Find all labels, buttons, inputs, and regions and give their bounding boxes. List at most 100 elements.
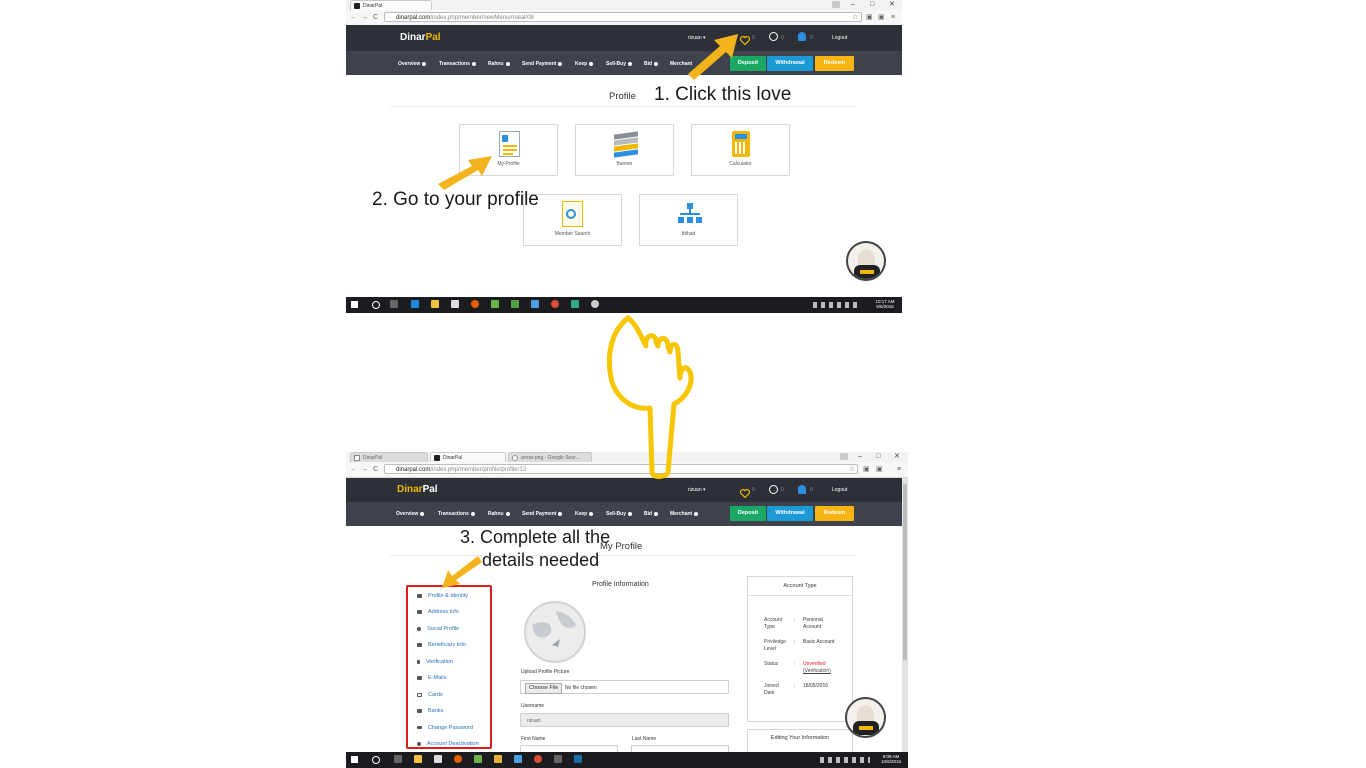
menu-bid[interactable]: Bid [644,61,659,67]
menu-merchant[interactable]: Merchant [670,511,699,517]
chat-avatar[interactable] [845,697,886,738]
menu-send-payment[interactable]: Send Payment [522,511,563,517]
extension-icon[interactable]: ▣ [866,13,873,23]
love-icon[interactable] [739,485,751,503]
dinarpal-logo[interactable]: DinarPal [400,32,441,43]
app-icon[interactable] [511,300,519,308]
sidebar-item-banks[interactable]: Banks [417,708,443,714]
file-explorer-icon[interactable] [414,755,422,763]
reload-icon[interactable]: C [373,465,378,475]
minimize-button[interactable]: – [858,452,862,462]
page-scrollbar[interactable] [902,478,908,752]
back-icon[interactable]: ← [350,465,357,475]
deposit-button[interactable]: Deposit [730,506,766,521]
forward-icon[interactable]: → [361,13,368,23]
app-icon[interactable] [531,300,539,308]
extension-icon[interactable]: ▣ [878,13,885,23]
browser-tab-active[interactable]: DinarPal [430,452,506,462]
logout-link[interactable]: Logout [832,487,847,493]
task-view-icon[interactable] [394,755,402,763]
user-menu[interactable]: rizuan ▾ [688,487,706,493]
app-icon[interactable] [494,755,502,763]
scrollbar-thumb[interactable] [903,484,907,660]
maximize-button[interactable]: □ [870,0,874,10]
menu-transactions[interactable]: Transactions [438,511,475,517]
app-icon[interactable] [574,755,582,763]
app-icon[interactable] [591,300,599,308]
user-profile-icon[interactable] [840,453,848,460]
chrome-icon[interactable] [551,300,559,308]
chat-avatar[interactable] [846,241,886,281]
store-icon[interactable] [451,300,459,308]
close-window-button[interactable]: ✕ [894,452,900,462]
file-explorer-icon[interactable] [431,300,439,308]
globe-icon[interactable] [769,485,778,494]
withdrawal-button[interactable]: Withdrawal [767,506,813,521]
search-icon[interactable] [372,301,380,309]
reload-icon[interactable]: C [373,13,378,23]
browser-tab[interactable]: arrow png - Google Sear... [508,452,592,462]
sidebar-item-social-profile[interactable]: Social Profile [417,626,459,632]
app-icon[interactable] [554,755,562,763]
chrome-icon[interactable] [534,755,542,763]
menu-rahnu[interactable]: Rahnu [488,511,510,517]
tile-ittihad[interactable]: Ittihad [639,194,738,246]
choose-file-button[interactable]: Choose File [525,683,563,694]
verification-link[interactable]: (Verification) [803,668,831,675]
close-window-button[interactable]: ✕ [889,0,895,10]
menu-send-payment[interactable]: Send Payment [522,61,563,67]
minimize-button[interactable]: – [851,0,855,10]
globe-icon[interactable] [769,32,778,41]
menu-bid[interactable]: Bid [644,511,659,517]
redeem-button[interactable]: Redeem [815,56,854,71]
menu-keep[interactable]: Keep [575,511,594,517]
sidebar-item-change-password[interactable]: Change Password [417,725,473,731]
system-tray-icons[interactable] [820,757,870,763]
redeem-button[interactable]: Redeem [815,506,854,521]
chrome-menu-icon[interactable]: ≡ [897,465,901,475]
app-icon[interactable] [491,300,499,308]
logout-link[interactable]: Logout [832,35,847,41]
windows-start-icon[interactable] [351,756,358,763]
chrome-menu-icon[interactable]: ≡ [891,13,895,23]
maximize-button[interactable]: □ [876,452,880,462]
menu-sell-buy[interactable]: Sell-Buy [606,61,633,67]
menu-rahnu[interactable]: Rahnu [488,61,510,67]
clock[interactable]: 9:09 AM 10/6/2016 [876,754,906,764]
back-icon[interactable]: ← [350,13,357,23]
menu-overview[interactable]: Overview [398,61,427,67]
clock[interactable]: 10:17 AM 9/6/2016 [870,299,900,309]
app-icon[interactable] [571,300,579,308]
sidebar-item-verification[interactable]: Verification [417,659,453,665]
bookmark-star-icon[interactable]: ☆ [852,13,858,23]
bell-icon[interactable] [798,485,806,494]
system-tray-icons[interactable] [813,302,861,308]
sidebar-item-profile-identity[interactable]: Profile & Identity [417,593,468,599]
menu-transactions[interactable]: Transactions [439,61,476,67]
sidebar-item-address-info[interactable]: Address Info [417,609,459,615]
tile-banner[interactable]: Banner [575,124,674,176]
withdrawal-button[interactable]: Withdrawal [767,56,813,71]
forward-icon[interactable]: → [361,465,368,475]
menu-sell-buy[interactable]: Sell-Buy [606,511,633,517]
task-view-icon[interactable] [390,300,398,308]
menu-keep[interactable]: Keep [575,61,594,67]
username-field[interactable]: rizuan [520,713,729,727]
edge-icon[interactable] [411,300,419,308]
extension-icon[interactable]: ▣ [876,465,883,475]
sidebar-item-beneficiary-info[interactable]: Beneficiary Info [417,642,466,648]
menu-overview[interactable]: Overview [396,511,425,517]
bookmark-star-icon[interactable]: ☆ [849,465,855,475]
dinarpal-logo[interactable]: DinarPal [397,484,438,495]
sidebar-item-emails[interactable]: E-Mails [417,675,446,681]
windows-start-icon[interactable] [351,301,358,308]
app-icon[interactable] [514,755,522,763]
store-icon[interactable] [434,755,442,763]
browser-tab[interactable]: DinarPal [350,452,428,462]
top-browser-tab[interactable]: DinarPal [350,0,432,10]
sidebar-item-cards[interactable]: Cards [417,692,443,698]
app-icon[interactable] [474,755,482,763]
sidebar-item-account-deactivation[interactable]: Account Deactivation [417,741,479,747]
search-icon[interactable] [372,756,380,764]
firefox-icon[interactable] [454,755,462,763]
